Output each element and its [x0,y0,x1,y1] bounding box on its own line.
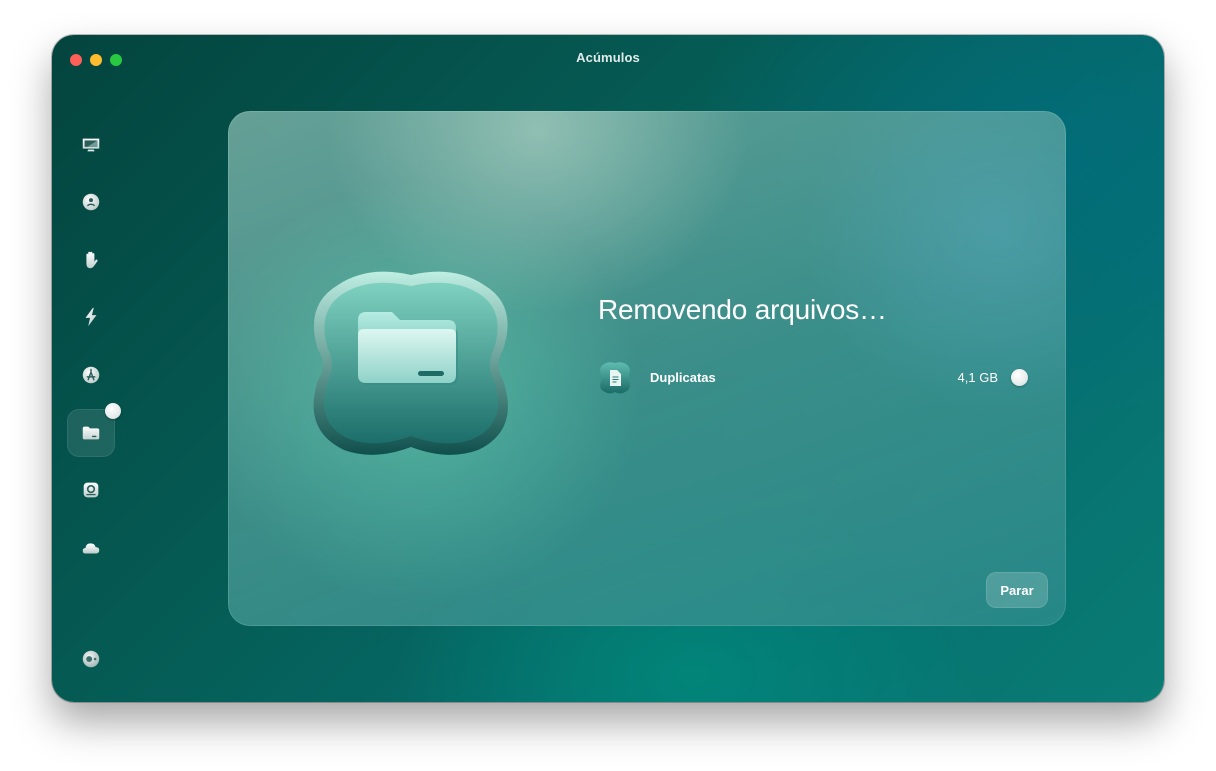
duplicates-file-icon [600,362,630,394]
sidebar-item-clutter[interactable] [67,403,121,457]
cloud-icon [82,543,100,554]
sidebar-item-applications[interactable] [67,351,115,399]
assistant-icon [82,650,100,668]
item-label: Duplicatas [650,370,716,385]
page-title: Removendo arquivos… [598,294,887,325]
list-item: Duplicatas 4,1 GB [598,361,1028,395]
main-panel: Removendo arquivos… Duplicatas 4,1 GB Pa… [228,111,1066,626]
folder-icon [313,271,508,455]
progress-spinner-icon [105,403,121,419]
sidebar-item-privacy[interactable] [67,236,115,284]
applications-icon [82,366,100,384]
speed-bolt-icon [85,307,97,327]
progress-spinner-icon [1011,369,1028,386]
item-size: 4,1 GB [957,370,998,385]
sidebar-item-cloud[interactable] [67,524,115,572]
app-window: Acúmulos Removendo arquivos… Duplicatas … [52,35,1164,702]
sidebar-item-space-lens[interactable] [67,466,115,514]
sidebar-item-speed[interactable] [67,293,115,341]
monitor-icon [82,138,100,152]
sidebar-item-assistant[interactable] [67,635,115,683]
stop-button[interactable]: Parar [986,572,1048,608]
window-title: Acúmulos [576,50,640,65]
sidebar-item-protection[interactable] [67,178,115,226]
clutter-folder-icon [82,426,100,440]
sidebar [52,35,130,702]
protection-icon [82,193,100,211]
privacy-hand-icon [86,251,98,269]
sidebar-item-monitor[interactable] [67,121,115,169]
space-lens-icon [83,482,99,498]
